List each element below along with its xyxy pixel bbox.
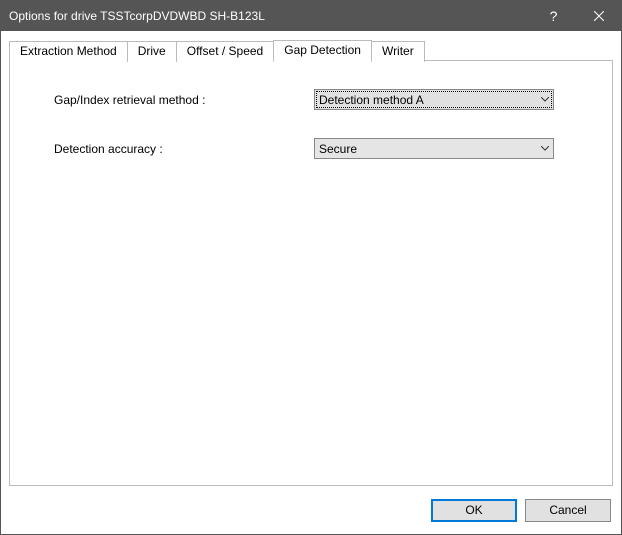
retrieval-method-value: Detection method A: [315, 93, 536, 107]
dialog-window: Options for drive TSSTcorpDVDWBD SH-B123…: [0, 0, 622, 535]
detection-accuracy-value: Secure: [315, 142, 536, 156]
row-detection-accuracy: Detection accuracy : Secure: [34, 138, 588, 159]
chevron-down-icon: [536, 90, 553, 109]
detection-accuracy-label: Detection accuracy :: [34, 142, 314, 156]
ok-button[interactable]: OK: [431, 499, 517, 522]
close-icon: [594, 11, 604, 21]
retrieval-method-label: Gap/Index retrieval method :: [34, 93, 314, 107]
detection-accuracy-dropdown[interactable]: Secure: [314, 138, 554, 159]
tab-extraction-method[interactable]: Extraction Method: [9, 41, 128, 62]
title-bar: Options for drive TSSTcorpDVDWBD SH-B123…: [1, 1, 621, 31]
tab-page-gap-detection: Gap/Index retrieval method : Detection m…: [9, 60, 613, 486]
tab-label: Writer: [382, 44, 414, 58]
tab-label: Offset / Speed: [187, 44, 264, 58]
cancel-button[interactable]: Cancel: [525, 499, 611, 522]
tab-label: Drive: [138, 44, 166, 58]
cancel-button-label: Cancel: [549, 503, 586, 517]
row-retrieval-method: Gap/Index retrieval method : Detection m…: [34, 89, 588, 110]
retrieval-method-dropdown[interactable]: Detection method A: [314, 89, 554, 110]
tab-strip: Extraction Method Drive Offset / Speed G…: [9, 39, 613, 60]
close-button[interactable]: [576, 1, 621, 31]
help-icon: ?: [550, 9, 558, 23]
tab-drive[interactable]: Drive: [127, 41, 177, 62]
tab-gap-detection[interactable]: Gap Detection: [273, 40, 372, 61]
tab-writer[interactable]: Writer: [371, 41, 425, 62]
tab-label: Extraction Method: [20, 44, 117, 58]
tab-offset-speed[interactable]: Offset / Speed: [176, 41, 275, 62]
dialog-footer: OK Cancel: [1, 494, 621, 534]
client-area: Extraction Method Drive Offset / Speed G…: [1, 31, 621, 494]
chevron-down-icon: [536, 139, 553, 158]
ok-button-label: OK: [465, 503, 482, 517]
tab-label: Gap Detection: [284, 43, 361, 57]
help-button[interactable]: ?: [531, 1, 576, 31]
window-title: Options for drive TSSTcorpDVDWBD SH-B123…: [9, 9, 531, 23]
